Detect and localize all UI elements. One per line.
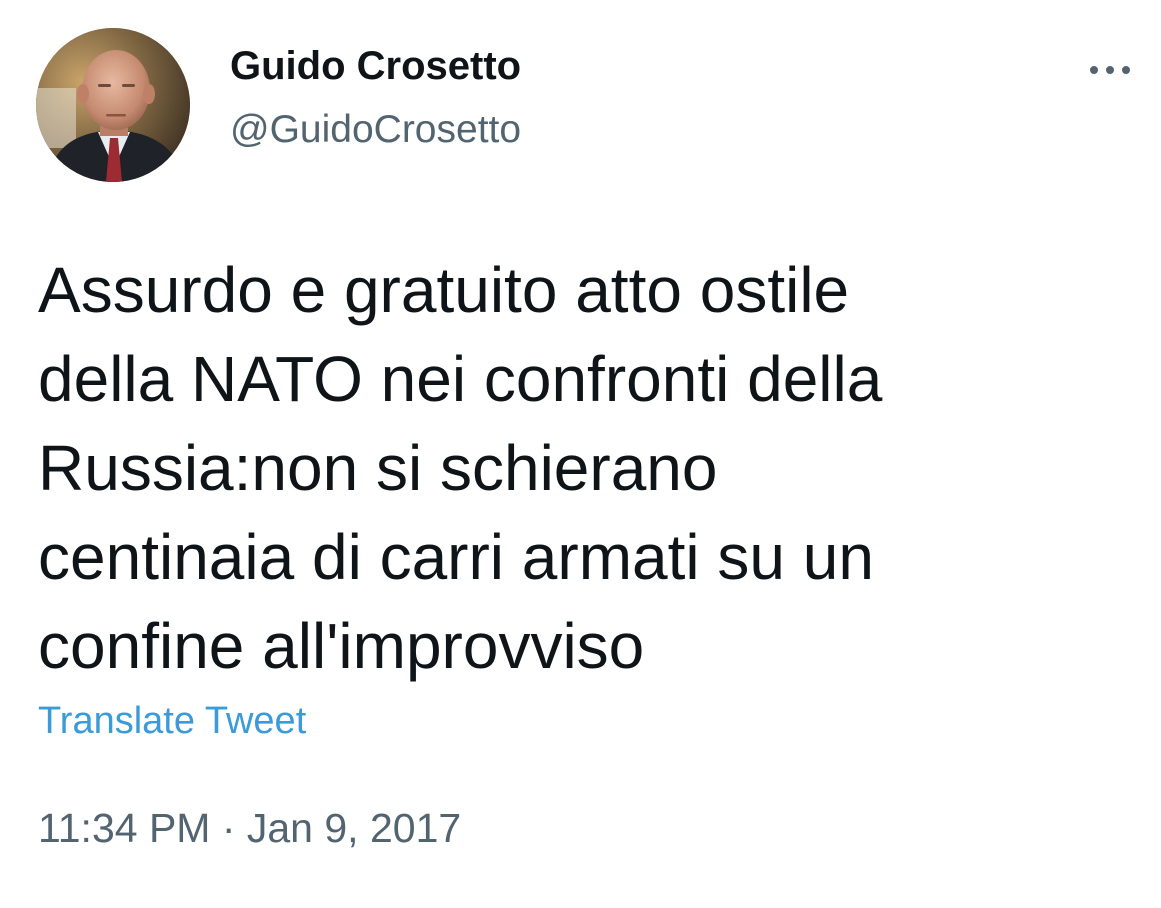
more-options-button[interactable] — [1080, 52, 1140, 92]
translate-tweet-link[interactable]: Translate Tweet — [38, 700, 306, 743]
author-avatar[interactable] — [36, 28, 190, 182]
profile-photo-icon — [36, 28, 190, 182]
tweet-text: Assurdo e gratuito atto ostile della NAT… — [38, 254, 883, 682]
tweet-timestamp[interactable]: 11:34 PM · Jan 9, 2017 — [38, 805, 461, 852]
tweet-card: Guido Crosetto @GuidoCrosetto Assurdo e … — [0, 0, 1161, 908]
author-display-name[interactable]: Guido Crosetto — [230, 44, 521, 89]
author-handle[interactable]: @GuidoCrosetto — [230, 108, 521, 152]
more-options-icon — [1090, 66, 1130, 74]
